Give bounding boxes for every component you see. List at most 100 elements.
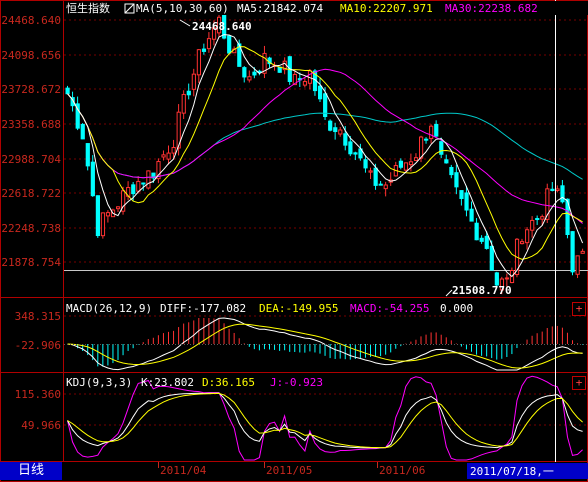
ma5-value: MA5:21842.074 [237, 2, 323, 15]
candle [555, 185, 560, 193]
kdj-header: KDJ(9,3,3) K:23.802 D:36.165 J:-0.923 [66, 376, 323, 389]
high-annotation: 24468.640 [179, 19, 252, 33]
candle [287, 55, 292, 85]
candle [318, 78, 323, 103]
candle [146, 170, 151, 190]
ma10-line [67, 46, 583, 260]
candle [535, 215, 540, 225]
stock-chart-window: 24468.640 24098.656 23728.672 23358.688 … [0, 0, 588, 482]
kdj-tick: 115.360 [15, 388, 61, 401]
low-label: 21508.770 [452, 284, 512, 297]
candle [333, 122, 338, 140]
candle [560, 179, 565, 204]
ma-params: MA(5,10,30,60) [136, 2, 229, 15]
candle [191, 68, 196, 97]
macd-zero: 0.000 [440, 302, 473, 315]
candle [358, 143, 363, 161]
candle [282, 57, 287, 75]
expand-macd-button[interactable]: + [572, 302, 586, 316]
candle [307, 68, 313, 90]
candle [75, 96, 80, 131]
macd-histogram [72, 318, 584, 367]
candle [378, 180, 383, 186]
candle [201, 43, 207, 55]
price-tick: 24098.656 [1, 49, 61, 62]
candle [424, 137, 429, 144]
index-name: 恒生指数 [66, 1, 110, 15]
candle [166, 145, 171, 165]
candle [181, 90, 186, 120]
kdj-axis: 115.360 49.966 [15, 388, 61, 432]
candle [116, 206, 121, 213]
candle [479, 235, 484, 244]
candle [393, 161, 398, 177]
chart-canvas[interactable]: 24468.640 24098.656 23728.672 23358.688 … [0, 0, 588, 482]
candle [338, 127, 343, 137]
candle [186, 83, 191, 100]
candle [429, 124, 434, 144]
price-tick: 22618.722 [1, 187, 61, 200]
candle [525, 227, 530, 250]
candle [449, 164, 454, 179]
candle [469, 201, 474, 222]
ma30-value: MA30:22238.682 [445, 2, 538, 15]
kdj-tick: 49.966 [21, 419, 61, 432]
candle [80, 123, 85, 140]
kdj-d: D:36.165 [202, 376, 255, 389]
date-tick: 2011/04 [160, 464, 207, 477]
candle [302, 77, 308, 88]
candle [206, 32, 212, 53]
ma10-value: MA10:22207.971 [340, 2, 433, 15]
candle [434, 120, 439, 137]
candle [398, 158, 403, 170]
expand-kdj-button[interactable]: + [572, 376, 586, 390]
date-axis: 2011/04 2011/05 2011/06 [158, 462, 425, 477]
candle [530, 216, 535, 238]
date-tick: 2011/05 [266, 464, 312, 477]
candle [156, 158, 161, 184]
price-tick: 23728.672 [1, 83, 61, 96]
candle [90, 155, 95, 197]
moving-average-lines [67, 34, 584, 278]
candle [368, 167, 373, 180]
candle [100, 212, 106, 239]
candlesticks [65, 6, 585, 295]
price-tick: 22248.738 [1, 222, 61, 235]
date-tick: 2011/06 [379, 464, 425, 477]
macd-axis: 348.315 -22.906 [15, 310, 61, 352]
candle [550, 182, 555, 192]
price-tick: 22988.704 [1, 153, 61, 166]
price-tick: 21878.754 [1, 256, 61, 269]
candle [196, 49, 202, 83]
cursor-date-box: 2011/07/18,一 [467, 463, 588, 479]
macd-tick: -22.906 [15, 339, 61, 352]
candle [95, 195, 101, 238]
candle [388, 172, 393, 186]
candle [575, 255, 580, 279]
candle [242, 66, 247, 83]
candle [227, 34, 232, 55]
candle [474, 218, 479, 241]
candle [65, 85, 70, 95]
macd-tick: 348.315 [15, 310, 61, 323]
outer-frame [0, 0, 588, 482]
candle [459, 190, 464, 206]
price-gridlines [64, 19, 588, 263]
high-label: 24468.640 [192, 20, 252, 33]
cursor-date: 2011/07/18,一 [470, 465, 554, 478]
candle [262, 45, 267, 79]
ma5-line [67, 34, 584, 278]
low-annotation: 21508.770 [445, 284, 512, 297]
candle [570, 231, 575, 276]
candle [413, 153, 419, 162]
kdj-gridlines [64, 393, 588, 426]
macd-header: MACD(26,12,9) DIFF:-177.082 DEA:-149.955… [66, 302, 473, 315]
macd-value: MACD:-54.255 [350, 302, 429, 315]
period-tab-daily[interactable]: 日线 [0, 462, 62, 480]
candle [105, 210, 111, 223]
candle [328, 119, 333, 132]
candle [247, 70, 252, 83]
macd-dea: DEA:-149.955 [259, 302, 338, 315]
candle [383, 181, 388, 197]
price-tick: 23358.688 [1, 118, 61, 131]
